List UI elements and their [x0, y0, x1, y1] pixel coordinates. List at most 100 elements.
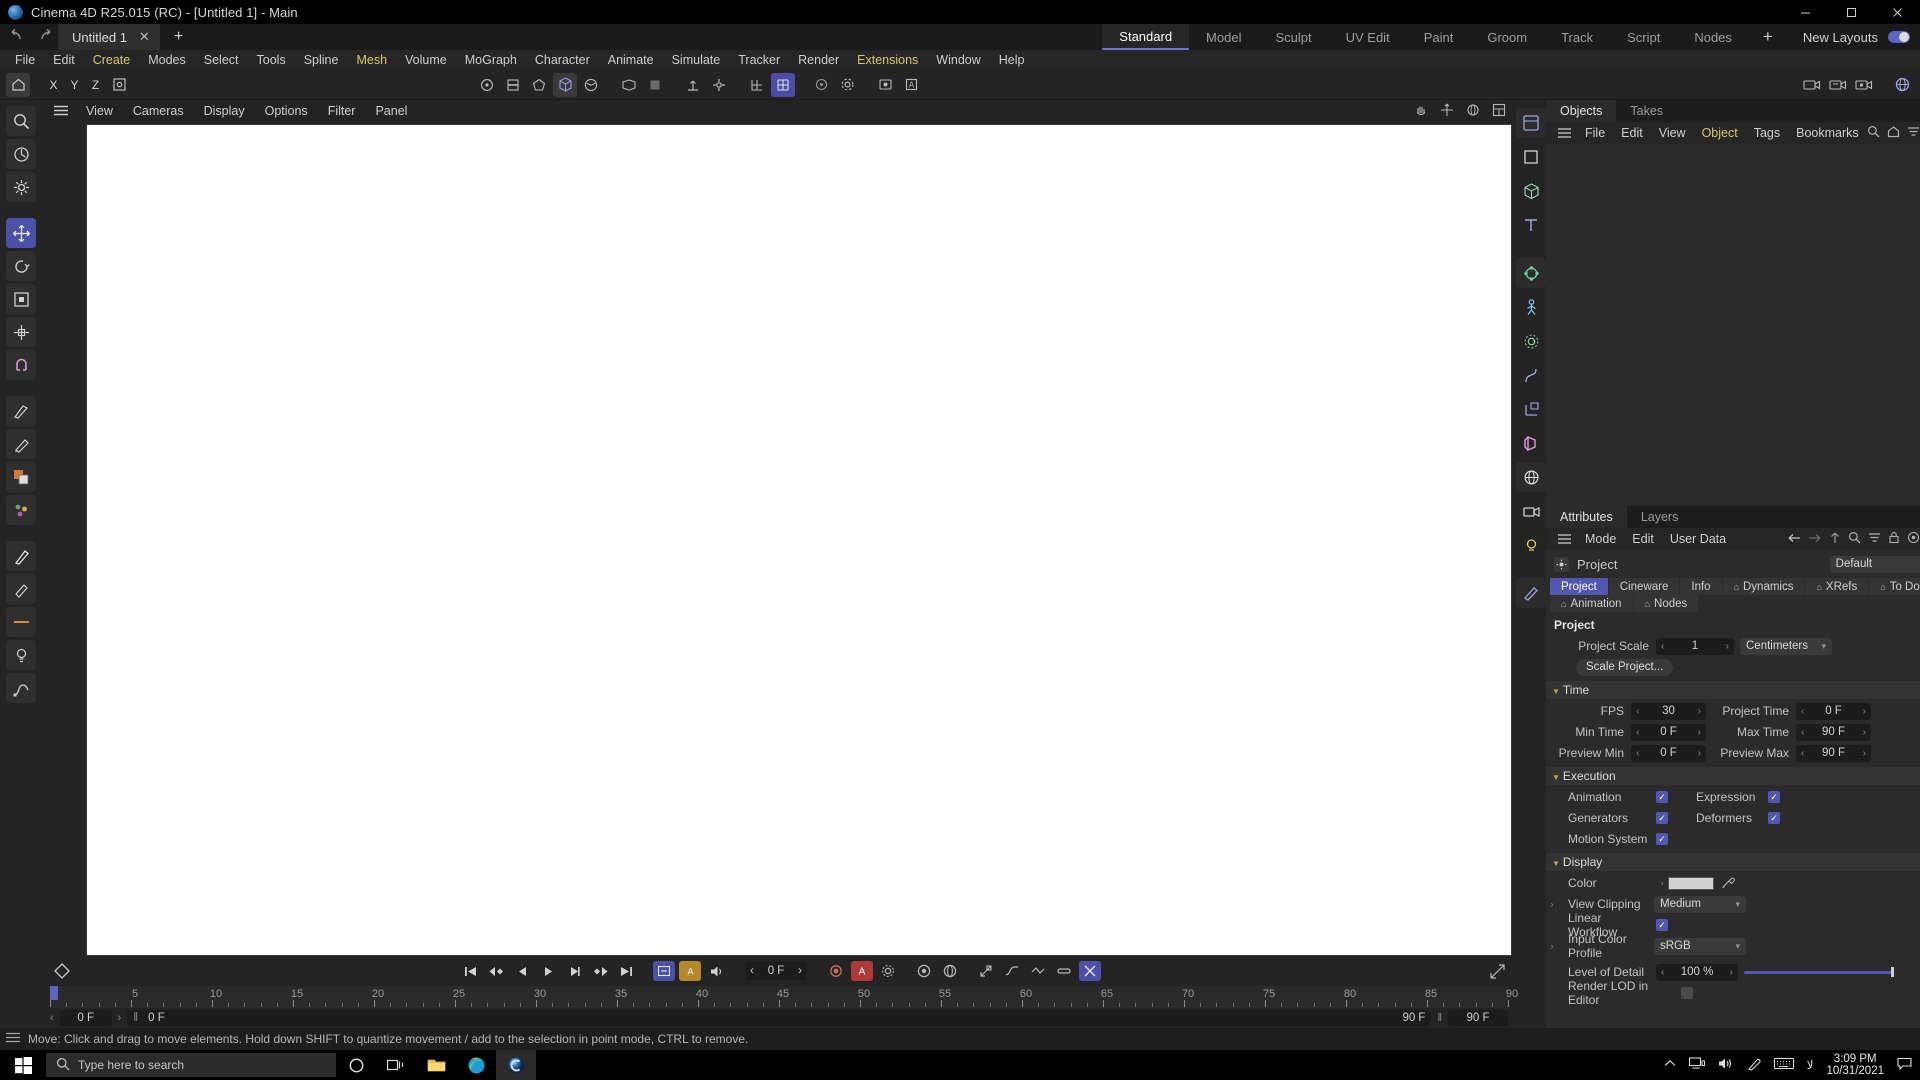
axis-z-toggle[interactable]: Z: [86, 74, 105, 96]
show-hidden-icons-icon[interactable]: [1664, 1059, 1676, 1071]
objects-menu-file[interactable]: File: [1577, 126, 1613, 140]
menu-volume[interactable]: Volume: [396, 50, 456, 70]
project-scale-inc[interactable]: ›: [1726, 641, 1729, 652]
objects-menu-object[interactable]: Object: [1694, 126, 1746, 140]
project-scale-unit-select[interactable]: Centimeters ▾: [1740, 637, 1832, 655]
orbit-camera-icon[interactable]: [1466, 103, 1480, 120]
new-layouts-toggle[interactable]: [1888, 31, 1910, 43]
cube-primitive-icon[interactable]: [1516, 176, 1546, 206]
back-arrow-icon[interactable]: [1787, 532, 1801, 547]
preview-max-spinner[interactable]: ‹ 90 F ›: [1796, 744, 1871, 762]
snap-icon[interactable]: [745, 73, 769, 97]
scene-axis-icon[interactable]: [1516, 394, 1546, 424]
character-rig-icon[interactable]: [1516, 292, 1546, 322]
content-browser-icon[interactable]: [1890, 73, 1914, 97]
brush-tool-icon[interactable]: [6, 541, 36, 571]
render-picture-viewer-icon[interactable]: [1800, 73, 1824, 97]
linear-workflow-checkbox[interactable]: ✓: [1656, 919, 1668, 931]
param-key-icon[interactable]: [1001, 961, 1023, 981]
up-arrow-icon[interactable]: [1829, 531, 1841, 547]
objects-menu-tags[interactable]: Tags: [1746, 126, 1788, 140]
deformer-bend-icon[interactable]: [1516, 360, 1546, 390]
timeline-playhead[interactable]: [50, 986, 58, 1000]
world-object-coord-icon[interactable]: [107, 73, 131, 97]
execution-section-header[interactable]: ▼ Execution: [1546, 767, 1920, 785]
attr-tab-nodes[interactable]: ⌂ Nodes: [1633, 595, 1700, 612]
field-object-icon[interactable]: [1516, 428, 1546, 458]
filter-icon[interactable]: [1868, 531, 1881, 547]
viewport-menu-filter[interactable]: Filter: [318, 104, 366, 118]
menu-spline[interactable]: Spline: [295, 50, 348, 70]
redo-icon[interactable]: [37, 28, 52, 45]
minimize-button[interactable]: [1782, 0, 1828, 24]
render-lod-checkbox[interactable]: [1681, 987, 1693, 999]
viewport-menu-cameras[interactable]: Cameras: [123, 104, 194, 118]
rotate-tool-icon[interactable]: [6, 251, 36, 281]
keyframe-selection-icon[interactable]: A: [679, 961, 701, 981]
tab-takes[interactable]: Takes: [1616, 100, 1677, 122]
level-of-detail-slider[interactable]: [1744, 967, 1894, 977]
timeline-prev-arrow[interactable]: ‹: [50, 1012, 54, 1024]
layout-tab-uv-edit[interactable]: UV Edit: [1329, 24, 1407, 50]
layout-manager-icon[interactable]: [1516, 108, 1546, 138]
menu-mograph[interactable]: MoGraph: [456, 50, 526, 70]
generators-checkbox[interactable]: ✓: [1656, 812, 1668, 824]
deformers-checkbox[interactable]: ✓: [1768, 812, 1780, 824]
preview-min-spinner[interactable]: ‹ 0 F ›: [1631, 744, 1706, 762]
attr-tab-info[interactable]: Info: [1680, 578, 1723, 595]
motion-system-checkbox[interactable]: ✓: [1656, 833, 1668, 845]
viewport-menu-panel[interactable]: Panel: [365, 104, 417, 118]
quantize-icon[interactable]: [771, 72, 795, 97]
scale-tool-icon[interactable]: [6, 284, 36, 314]
pause-icon[interactable]: ‖: [1437, 1012, 1442, 1024]
render-view-icon[interactable]: [873, 73, 897, 97]
position-key-icon[interactable]: [913, 961, 935, 981]
axis-lock-icon[interactable]: [707, 73, 731, 97]
document-tab[interactable]: Untitled 1 ✕: [58, 24, 160, 50]
cinema4d-taskbar-icon[interactable]: [496, 1050, 536, 1080]
layout-tab-track[interactable]: Track: [1544, 24, 1610, 50]
search-icon[interactable]: [1867, 125, 1880, 141]
paint-tool-icon[interactable]: [6, 429, 36, 459]
maximize-view-icon[interactable]: [1492, 103, 1506, 120]
timeline-ruler[interactable]: 051015202530354045505560657075808590: [50, 986, 1518, 1008]
menu-mesh[interactable]: Mesh: [347, 50, 396, 70]
eyedropper-icon[interactable]: [1721, 875, 1735, 891]
step-forward-frame-icon[interactable]: [563, 961, 585, 981]
home-layout-icon[interactable]: [6, 72, 30, 97]
menu-character[interactable]: Character: [526, 50, 599, 70]
input-color-profile-select[interactable]: sRGB ▾: [1654, 937, 1746, 955]
model-mode-icon[interactable]: [553, 72, 577, 97]
menu-tools[interactable]: Tools: [248, 50, 295, 70]
max-time-spinner[interactable]: ‹ 90 F ›: [1796, 723, 1871, 741]
play-forward-icon[interactable]: [537, 961, 559, 981]
fps-spinner[interactable]: ‹ 30 ›: [1631, 702, 1706, 720]
move-tool-icon[interactable]: [6, 218, 36, 248]
viewport-solo-icon[interactable]: [643, 73, 667, 97]
menu-animate[interactable]: Animate: [599, 50, 663, 70]
volume-icon[interactable]: [1718, 1057, 1734, 1073]
layout-tab-script[interactable]: Script: [1610, 24, 1677, 50]
undo-icon[interactable]: [10, 28, 25, 45]
menu-modes[interactable]: Modes: [139, 50, 195, 70]
material-editor-icon[interactable]: [1516, 578, 1546, 608]
auto-key-toggle-icon[interactable]: [1079, 961, 1101, 981]
color-swatch-icon[interactable]: [6, 462, 36, 492]
attr-tab-cineware[interactable]: Cineware: [1608, 578, 1681, 595]
maximize-button[interactable]: [1828, 0, 1874, 24]
tab-attributes[interactable]: Attributes: [1546, 506, 1627, 528]
edge-browser-icon[interactable]: [456, 1050, 496, 1080]
objects-tree-list[interactable]: [1546, 144, 1920, 506]
tab-layers[interactable]: Layers: [1627, 506, 1693, 528]
timeline-settings-icon[interactable]: [1486, 961, 1508, 981]
color-expand-arrow[interactable]: ›: [1656, 878, 1668, 888]
pla-key-icon[interactable]: [1027, 961, 1049, 981]
layout-tab-standard[interactable]: Standard: [1102, 24, 1190, 50]
objects-menu-edit[interactable]: Edit: [1613, 126, 1651, 140]
attr-tab-animation[interactable]: ⌂ Animation: [1550, 595, 1634, 612]
workplane-icon[interactable]: [617, 73, 641, 97]
scale-project-button[interactable]: Scale Project...: [1576, 658, 1674, 676]
environment-sky-icon[interactable]: [1516, 462, 1546, 492]
live-selection-tool-icon[interactable]: [6, 139, 36, 169]
objects-menu-view[interactable]: View: [1651, 126, 1694, 140]
